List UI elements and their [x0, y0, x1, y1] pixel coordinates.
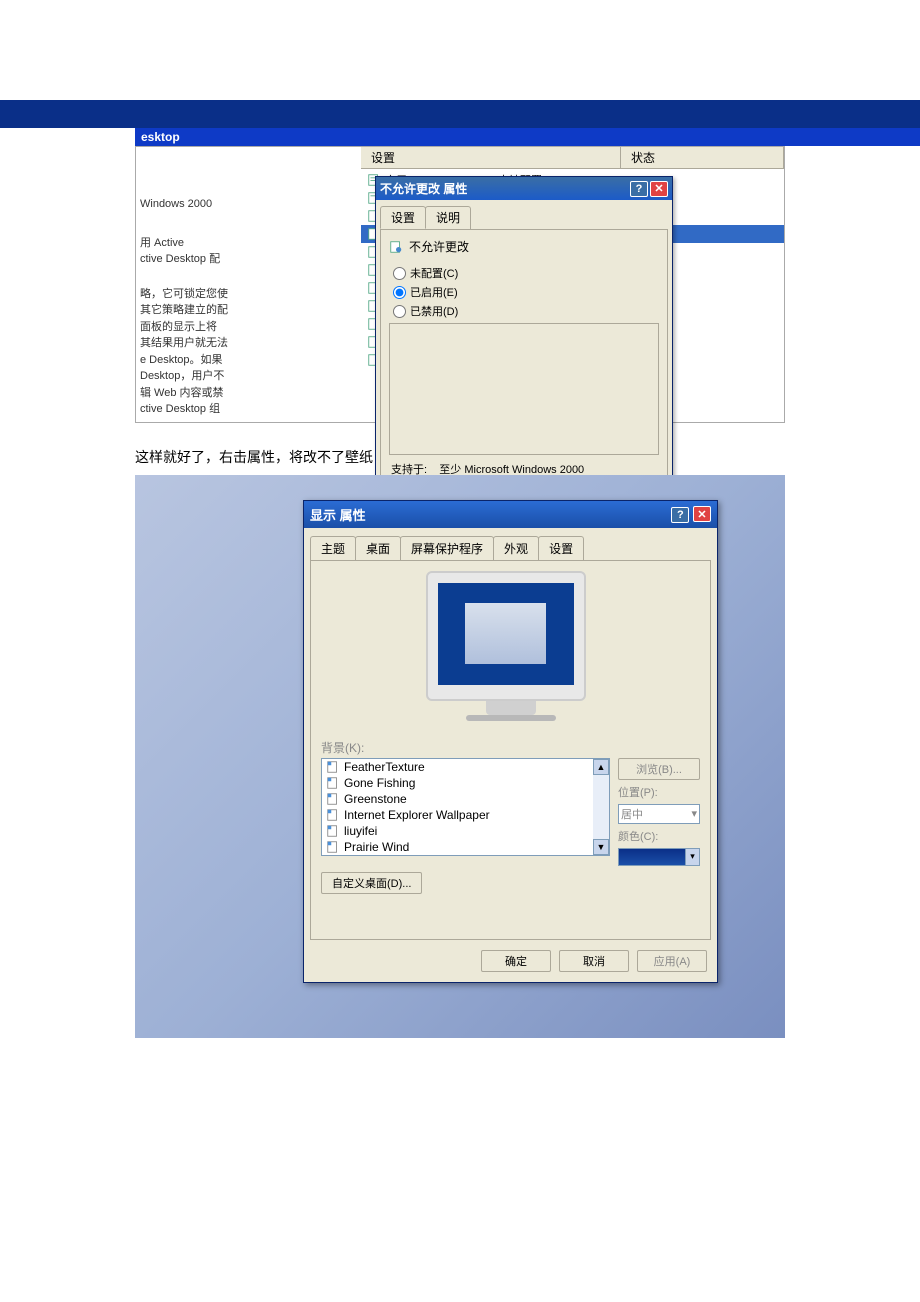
radio-disabled[interactable]: 已禁用(D): [393, 303, 659, 319]
position-select: 居中▾: [618, 804, 700, 824]
position-label: 位置(P):: [618, 784, 700, 800]
help-button[interactable]: ?: [630, 181, 648, 197]
desktop-screenshot: 显示 属性 ? ✕ 主题 桌面 屏幕保护程序 外观 设置 背景(K): Feat…: [135, 475, 785, 1038]
dialog-title-bar[interactable]: 显示 属性 ? ✕: [304, 501, 717, 528]
file-icon: [326, 776, 340, 790]
apply-button: 应用(A): [637, 950, 707, 972]
close-button[interactable]: ✕: [693, 506, 711, 522]
list-item[interactable]: Internet Explorer Wallpaper: [322, 807, 609, 823]
tab-setting[interactable]: 设置: [380, 206, 426, 229]
close-button[interactable]: ✕: [650, 181, 668, 197]
list-item[interactable]: Gone Fishing: [322, 775, 609, 791]
file-icon: [326, 792, 340, 806]
tab-settings[interactable]: 设置: [538, 536, 584, 560]
dialog-title: 不允许更改 属性: [380, 180, 467, 197]
dialog-title: 显示 属性: [310, 505, 366, 524]
tab-theme[interactable]: 主题: [310, 536, 356, 560]
file-icon: [326, 824, 340, 838]
list-header: 设置 状态: [361, 147, 784, 169]
background-listbox[interactable]: FeatherTexture Gone Fishing Greenstone I…: [321, 758, 610, 856]
col-status[interactable]: 状态: [621, 147, 784, 168]
top-blue-bar: [0, 100, 920, 128]
chevron-down-icon: ▾: [691, 807, 697, 820]
file-icon: [326, 808, 340, 822]
list-item[interactable]: liuyifei: [322, 823, 609, 839]
file-icon: [326, 840, 340, 854]
col-setting[interactable]: 设置: [361, 147, 621, 168]
chevron-down-icon: ▾: [685, 849, 699, 865]
list-item[interactable]: FeatherTexture: [322, 759, 609, 775]
policy-icon: [389, 240, 403, 254]
description-pane: Windows 2000 用 Active ctive Desktop 配 略，…: [136, 147, 361, 422]
cancel-button[interactable]: 取消: [559, 950, 629, 972]
options-box: [389, 323, 659, 455]
browse-button: 浏览(B)...: [618, 758, 700, 780]
policy-name-label: 不允许更改: [409, 238, 469, 255]
gpedit-section: esktop Windows 2000 用 Active ctive Deskt…: [0, 128, 920, 423]
tab-explain[interactable]: 说明: [425, 206, 471, 229]
color-picker[interactable]: ▾: [618, 848, 700, 866]
scroll-up-button[interactable]: ▲: [593, 759, 609, 775]
list-item[interactable]: Greenstone: [322, 791, 609, 807]
radio-enabled[interactable]: 已启用(E): [393, 284, 659, 300]
background-label: 背景(K):: [321, 739, 700, 756]
monitor-preview: [426, 571, 596, 731]
ok-button[interactable]: 确定: [481, 950, 551, 972]
color-label: 颜色(C):: [618, 828, 700, 844]
list-item[interactable]: Prairie Wind: [322, 839, 609, 855]
scroll-down-button[interactable]: ▼: [593, 839, 609, 855]
dialog-title-bar[interactable]: 不允许更改 属性 ? ✕: [376, 177, 672, 200]
help-button[interactable]: ?: [671, 507, 689, 523]
radio-unconfigured[interactable]: 未配置(C): [393, 265, 659, 281]
scroll-track[interactable]: [593, 775, 609, 839]
tab-appearance[interactable]: 外观: [493, 536, 539, 560]
window-title-bar: esktop: [135, 128, 920, 146]
file-icon: [326, 760, 340, 774]
customize-desktop-button[interactable]: 自定义桌面(D)...: [321, 872, 422, 894]
display-properties-dialog: 显示 属性 ? ✕ 主题 桌面 屏幕保护程序 外观 设置 背景(K): Feat…: [303, 500, 718, 983]
tab-desktop[interactable]: 桌面: [355, 536, 401, 560]
tab-screensaver[interactable]: 屏幕保护程序: [400, 536, 494, 560]
